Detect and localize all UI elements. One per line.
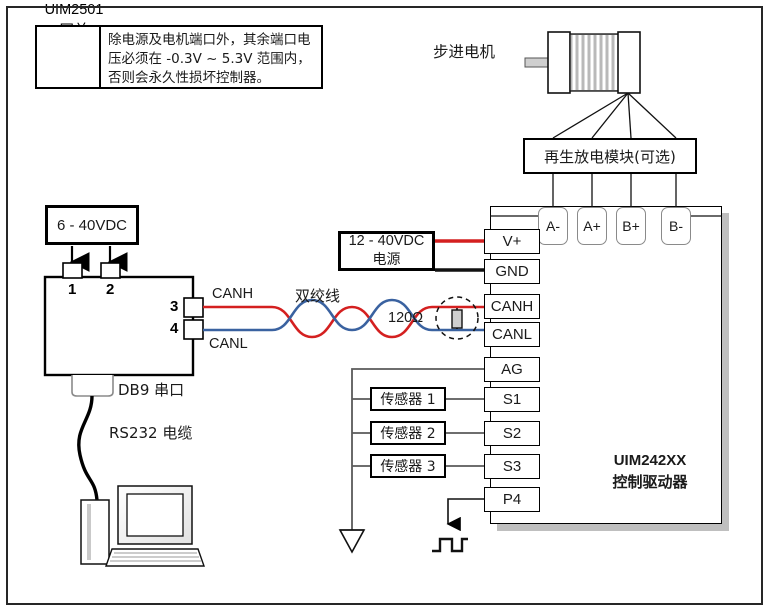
driver-terminal-gnd[interactable]: GND xyxy=(484,259,540,284)
can-twisted-pair xyxy=(203,298,484,339)
driver-terminal-label: V+ xyxy=(502,233,522,250)
driver-power-source-box: 12 - 40VDC 电源 xyxy=(338,231,435,271)
motor-terminal-label: A- xyxy=(546,218,560,234)
regen-module-label: 再生放电模块(可选) xyxy=(544,147,676,166)
gateway-pin-1-number: 1 xyxy=(68,281,77,298)
diagram-canvas: UIM242XX 控制驱动器 除电源及电机端口外，其余端口电压必须在 -0.3V… xyxy=(0,0,771,613)
sensor-label: 传感器 3 xyxy=(380,459,436,475)
motor-terminal-b-plus[interactable]: B+ xyxy=(616,207,646,245)
gateway-power-source-box: 6 - 40VDC xyxy=(45,205,139,245)
warning-icon-cell xyxy=(37,27,101,87)
rs232-cable-label: RS232 电缆 xyxy=(109,424,193,442)
driver-terminal-label: AG xyxy=(501,361,523,378)
driver-terminal-s3[interactable]: S3 xyxy=(484,454,540,479)
driver-terminal-label: GND xyxy=(495,263,529,280)
driver-terminal-label: CANH xyxy=(490,298,534,315)
wiring-layer xyxy=(42,31,722,567)
sensor-label: 传感器 2 xyxy=(380,426,436,442)
regen-to-terminal-leads xyxy=(552,174,677,207)
gateway-pin-2-number: 2 xyxy=(106,281,115,298)
driver-power-label: 电源 xyxy=(372,252,401,269)
gateway-pin-3-number: 3 xyxy=(170,298,179,315)
warning-callout: 除电源及电机端口外，其余端口电压必须在 -0.3V ~ 5.3V 范围内，否则会… xyxy=(35,25,323,89)
driver-terminal-canl[interactable]: CANL xyxy=(484,322,540,347)
driver-terminal-label: S1 xyxy=(502,391,522,408)
ground-symbol xyxy=(338,529,366,554)
db9-connector-icon xyxy=(71,375,114,397)
motor-terminal-b-minus[interactable]: B- xyxy=(661,207,691,245)
pulse-signal-symbol xyxy=(432,537,468,553)
driver-terminal-p4[interactable]: P4 xyxy=(484,487,540,512)
gateway-power-source-label: 6 - 40VDC xyxy=(56,216,128,234)
desktop-computer-icon xyxy=(80,485,205,567)
driver-terminal-canh[interactable]: CANH xyxy=(484,294,540,319)
warning-text: 除电源及电机端口外，其余端口电压必须在 -0.3V ~ 5.3V 范围内，否则会… xyxy=(108,32,311,87)
canh-wire-label: CANH xyxy=(212,286,254,302)
motor-terminal-label: B- xyxy=(669,218,683,234)
driver-terminal-vplus[interactable]: V+ xyxy=(484,229,540,254)
sensor-label: 传感器 1 xyxy=(380,392,436,408)
sensor-box-3: 传感器 3 xyxy=(370,454,446,478)
motor-terminal-label: B+ xyxy=(622,218,640,234)
motor-terminal-a-plus[interactable]: A+ xyxy=(577,207,607,245)
gateway-pin-4-pad xyxy=(183,319,204,340)
db9-label: DB9 串口 xyxy=(118,381,185,399)
driver-terminal-label: P4 xyxy=(502,491,522,508)
motor-label: 步进电机 xyxy=(433,43,496,61)
driver-terminal-s1[interactable]: S1 xyxy=(484,387,540,412)
driver-terminal-label: S3 xyxy=(502,458,522,475)
motor-terminal-a-minus[interactable]: A- xyxy=(538,207,568,245)
sensor-box-2: 传感器 2 xyxy=(370,421,446,445)
driver-terminal-ag[interactable]: AG xyxy=(484,357,540,382)
driver-terminal-s2[interactable]: S2 xyxy=(484,421,540,446)
gateway-pin-1-pad xyxy=(62,262,83,279)
terminating-resistor xyxy=(435,296,479,340)
sensor-signal-wires xyxy=(446,398,484,467)
resistor-label: 120Ω xyxy=(388,310,424,326)
twisted-pair-label: 双绞线 xyxy=(295,287,341,305)
motor-leads xyxy=(552,92,677,139)
gateway-power-arrows xyxy=(69,246,128,272)
regen-module-box: 再生放电模块(可选) xyxy=(523,138,697,174)
driver-terminal-label: CANL xyxy=(491,326,532,343)
driver-terminal-label: S2 xyxy=(502,425,522,442)
pulse-output-wire xyxy=(446,498,484,532)
stepper-motor-icon xyxy=(524,31,641,94)
canl-wire-label: CANL xyxy=(209,336,248,352)
gateway-pin-2-pad xyxy=(100,262,121,279)
gateway-pin-4-number: 4 xyxy=(170,320,179,337)
motor-terminal-label: A+ xyxy=(583,218,601,234)
rs232-cable xyxy=(77,395,99,501)
sensor-box-1: 传感器 1 xyxy=(370,387,446,411)
gateway-pin-3-pad xyxy=(183,297,204,318)
driver-power-voltage: 12 - 40VDC xyxy=(348,232,425,249)
